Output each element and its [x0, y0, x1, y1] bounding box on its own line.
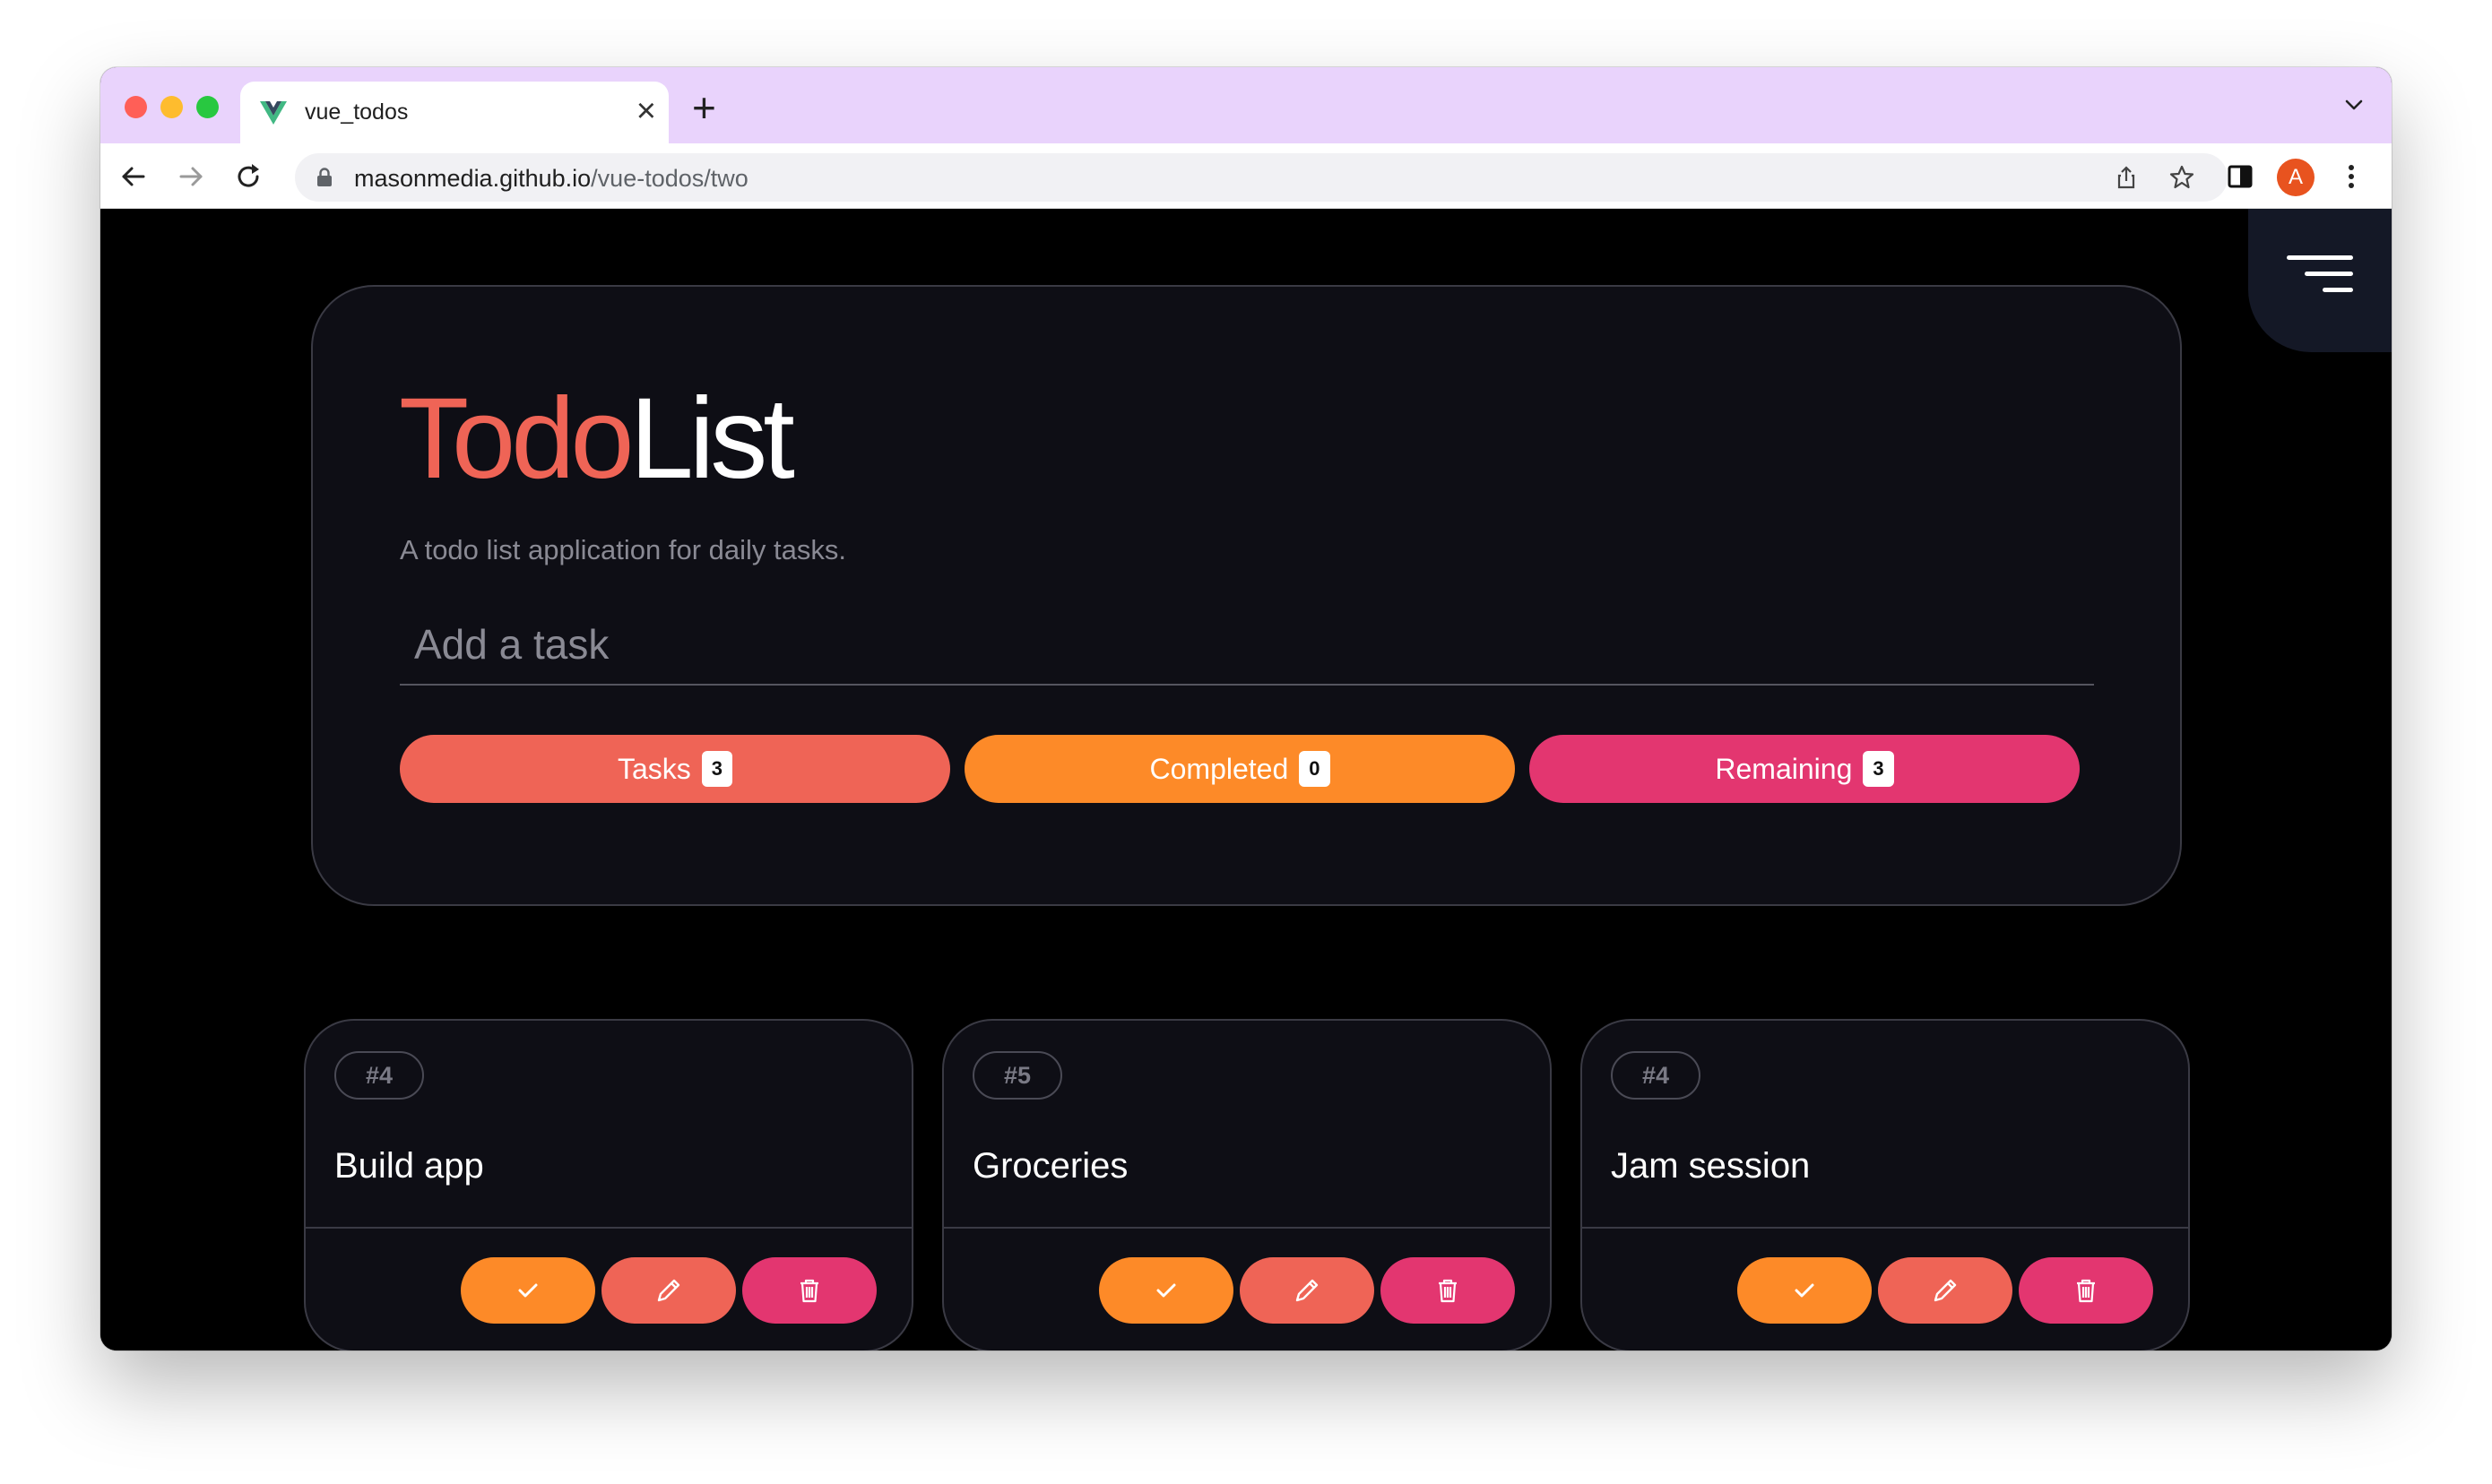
todo-card: #5 Groceries — [942, 1019, 1552, 1350]
todo-title: Jam session — [1611, 1146, 1811, 1186]
title-list: List — [629, 375, 795, 503]
trash-icon — [800, 1279, 818, 1303]
completed-count-badge: 0 — [1299, 751, 1330, 787]
todo-card-body: #4 Jam session — [1582, 1021, 2188, 1229]
back-arrow-icon[interactable] — [117, 160, 151, 194]
address-bar[interactable]: masonmedia.github.io/vue-todos/two — [295, 153, 2228, 202]
completed-label: Completed — [1149, 752, 1289, 785]
menu-line-bottom — [2323, 288, 2353, 292]
todo-card-body: #4 Build app — [306, 1021, 912, 1229]
check-icon — [1156, 1283, 1176, 1298]
url-path: /vue-todos/two — [591, 165, 748, 192]
delete-button[interactable] — [1380, 1257, 1515, 1324]
menu-line-top — [2287, 255, 2353, 260]
tab-title: vue_todos — [305, 99, 409, 125]
tasks-count-badge: 3 — [701, 751, 733, 787]
todo-id-badge: #5 — [973, 1051, 1062, 1100]
app-title: TodoList — [399, 375, 795, 503]
todo-card: #4 Build app — [304, 1019, 913, 1350]
reload-icon[interactable] — [231, 160, 265, 194]
todo-header-panel: TodoList A todo list application for dai… — [311, 285, 2182, 906]
pencil-icon — [1295, 1279, 1319, 1302]
vue-logo-icon — [260, 101, 287, 125]
remaining-label: Remaining — [1715, 752, 1853, 785]
check-icon — [518, 1283, 538, 1298]
todo-title: Build app — [334, 1146, 484, 1186]
tasks-count-button[interactable]: Tasks 3 — [400, 735, 950, 803]
check-icon — [1795, 1283, 1814, 1298]
page-content: TodoList A todo list application for dai… — [100, 209, 2392, 1350]
pencil-icon — [657, 1279, 680, 1302]
edit-button[interactable] — [1240, 1257, 1374, 1324]
forward-arrow-icon[interactable] — [174, 160, 208, 194]
maximize-window-button[interactable] — [196, 96, 219, 118]
bookmark-star-icon[interactable] — [2168, 164, 2195, 191]
tab-close-icon[interactable]: × — [636, 93, 656, 129]
url-text: masonmedia.github.io/vue-todos/two — [354, 165, 748, 193]
share-icon[interactable] — [2113, 164, 2140, 191]
new-tab-button[interactable]: + — [692, 87, 716, 128]
todo-card-body: #5 Groceries — [944, 1021, 1550, 1229]
app-subtitle: A todo list application for daily tasks. — [400, 534, 846, 565]
more-options-icon[interactable] — [2334, 160, 2368, 194]
browser-window: vue_todos × + masonmedia.github.io/vue-t… — [100, 67, 2392, 1350]
add-task-input[interactable] — [400, 605, 2094, 686]
complete-button[interactable] — [1737, 1257, 1872, 1324]
close-window-button[interactable] — [125, 96, 147, 118]
profile-avatar[interactable]: A — [2277, 159, 2315, 196]
complete-button[interactable] — [461, 1257, 595, 1324]
hamburger-menu-icon[interactable] — [2248, 209, 2392, 352]
trash-icon — [1439, 1279, 1457, 1303]
completed-count-button[interactable]: Completed 0 — [965, 735, 1515, 803]
todo-id-badge: #4 — [1611, 1051, 1700, 1100]
pencil-icon — [1934, 1279, 1957, 1302]
menu-line-middle — [2305, 272, 2353, 276]
tasks-label: Tasks — [617, 752, 691, 785]
tab-strip: vue_todos × + — [100, 67, 2392, 143]
delete-button[interactable] — [742, 1257, 877, 1324]
lock-icon — [317, 168, 332, 186]
minimize-window-button[interactable] — [160, 96, 183, 118]
edit-button[interactable] — [601, 1257, 736, 1324]
browser-toolbar: masonmedia.github.io/vue-todos/two A — [100, 143, 2392, 209]
side-panel-icon[interactable] — [2223, 160, 2257, 194]
chevron-down-icon[interactable] — [2343, 94, 2365, 116]
complete-button[interactable] — [1099, 1257, 1233, 1324]
url-host: masonmedia.github.io — [354, 165, 592, 192]
trash-icon — [2077, 1279, 2095, 1303]
title-todo: Todo — [399, 375, 635, 503]
todo-card: #4 Jam session — [1580, 1019, 2190, 1350]
edit-button[interactable] — [1878, 1257, 2012, 1324]
todo-title: Groceries — [973, 1146, 1129, 1186]
remaining-count-button[interactable]: Remaining 3 — [1529, 735, 2080, 803]
browser-tab[interactable]: vue_todos × — [240, 82, 669, 143]
todo-id-badge: #4 — [334, 1051, 424, 1100]
remaining-count-badge: 3 — [1863, 751, 1894, 787]
delete-button[interactable] — [2019, 1257, 2153, 1324]
